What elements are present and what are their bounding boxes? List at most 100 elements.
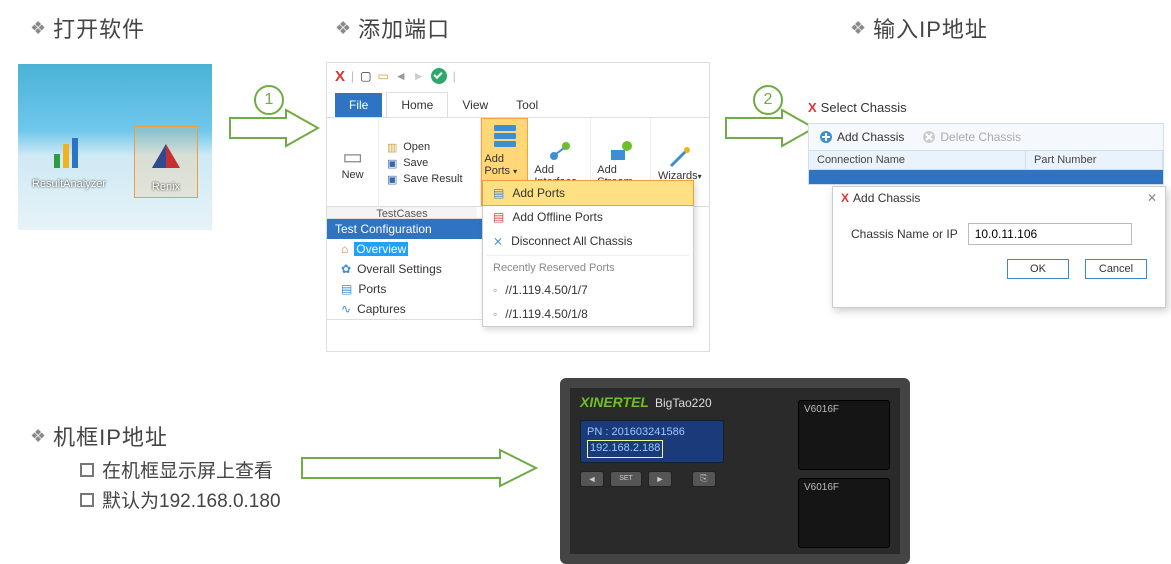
bullet-icon: ❖ — [30, 18, 47, 39]
x-circle-icon — [922, 130, 936, 144]
folder-icon: ▥ — [385, 140, 399, 154]
brand-name: XINERTEL — [580, 394, 649, 410]
check-icon[interactable] — [431, 68, 447, 84]
sidebar-item-overview[interactable]: ⌂Overview — [327, 239, 487, 259]
chassis-area: XSelect Chassis Add Chassis Delete Chass… — [808, 100, 1164, 185]
chevron-down-icon: ▾ — [513, 167, 517, 176]
arrow-2 — [724, 108, 816, 148]
bullet-icon: ❖ — [335, 18, 352, 39]
x-logo-icon: X — [808, 100, 817, 115]
gear-icon: ✿ — [341, 262, 351, 276]
arrow-3 — [300, 448, 540, 488]
sub-default-ip: 默认为192.168.0.180 — [80, 486, 281, 513]
lcd-ip: 192.168.2.188 — [587, 440, 663, 457]
new-button[interactable]: ▭New — [342, 145, 364, 181]
renix-icon — [145, 135, 187, 177]
quick-access-toolbar: X| ▢ ▭ ◄ ► | — [327, 63, 709, 89]
arrow-1 — [228, 108, 320, 148]
chassis-ip-label: Chassis Name or IP — [851, 227, 958, 241]
select-chassis-title: XSelect Chassis — [808, 100, 1164, 115]
wizards-button[interactable]: Wizards▾ — [658, 144, 702, 182]
nav-left-button[interactable]: ◄ — [580, 471, 604, 487]
stream-icon — [607, 138, 633, 164]
step-open-software: ❖打开软件 — [30, 12, 145, 44]
chevron-down-icon: ▾ — [698, 172, 702, 181]
chassis-grid-header: Connection Name Part Number — [808, 151, 1164, 170]
nav-set-button[interactable]: SET — [610, 471, 642, 487]
card-slot-1: V6016F — [798, 400, 890, 470]
resultanalyzer-shortcut[interactable]: ResultAnalyzer — [32, 132, 106, 190]
step-enter-ip: ❖输入IP地址 — [850, 12, 988, 44]
col-part-number: Part Number — [1026, 151, 1163, 169]
bullet-icon: ❖ — [30, 426, 47, 447]
col-connection-name: Connection Name — [809, 151, 1026, 169]
disk-icon: ▣ — [385, 156, 399, 170]
renix-label: Renix — [152, 181, 180, 193]
open-button[interactable]: ▥Open — [385, 140, 474, 154]
model-name: BigTao220 — [655, 396, 712, 410]
sidebar-item-ports[interactable]: ▤Ports — [327, 279, 487, 299]
sub-lcd-view: 在机框显示屏上查看 — [80, 456, 273, 483]
chassis-grid-row[interactable] — [808, 170, 1164, 185]
back-icon[interactable]: ◄ — [395, 69, 407, 83]
lcd-screen: PN : 201603241586 192.168.2.188 — [580, 420, 724, 463]
tab-tool[interactable]: Tool — [502, 93, 552, 117]
chassis-ip-input[interactable] — [968, 223, 1132, 245]
renix-shortcut[interactable]: Renix — [134, 126, 198, 198]
sidebar-item-captures[interactable]: ∿Captures — [327, 299, 487, 319]
chassis-toolbar: Add Chassis Delete Chassis — [808, 123, 1164, 151]
dialog-title: Add Chassis — [853, 191, 920, 205]
step-add-port: ❖添加端口 — [335, 12, 450, 44]
cancel-button[interactable]: Cancel — [1085, 259, 1147, 279]
home-icon: ⌂ — [341, 242, 348, 256]
capture-icon: ∿ — [341, 302, 351, 316]
server-icon — [490, 121, 520, 151]
card-slot-2: V6016F — [798, 478, 890, 548]
port-icon: ◦ — [493, 283, 497, 297]
nav-right-button[interactable]: ► — [648, 471, 672, 487]
menu-recent-header: Recently Reserved Ports — [483, 258, 693, 278]
menu-add-ports[interactable]: ▤Add Ports — [482, 180, 694, 206]
save-button[interactable]: ▣Save — [385, 156, 474, 170]
app-logo-icon: X — [335, 68, 345, 85]
resultanalyzer-icon — [48, 132, 90, 174]
new-doc-icon[interactable]: ▢ — [360, 69, 371, 83]
menu-recent-port-1[interactable]: ◦//1.119.4.50/1/7 — [483, 278, 693, 302]
resultanalyzer-label: ResultAnalyzer — [32, 178, 106, 190]
test-config-title: Test Configuration — [327, 219, 487, 239]
add-ports-menu: ▤Add Ports ▤Add Offline Ports ⨯Disconnec… — [482, 180, 694, 327]
tab-home[interactable]: Home — [386, 92, 448, 117]
sidebar-item-overall[interactable]: ✿Overall Settings — [327, 259, 487, 279]
square-bullet-icon — [80, 493, 94, 507]
server-icon: ▤ — [493, 186, 504, 200]
offline-icon: ▤ — [493, 210, 504, 224]
chassis-hardware: XINERTEL BigTao220 PN : 201603241586 192.… — [560, 378, 910, 564]
wand-icon — [667, 144, 693, 170]
menu-add-offline[interactable]: ▤Add Offline Ports — [483, 205, 693, 229]
lcd-pn: PN : 201603241586 — [587, 425, 717, 440]
menu-recent-port-2[interactable]: ◦//1.119.4.50/1/8 — [483, 302, 693, 326]
tab-view[interactable]: View — [448, 93, 502, 117]
ok-button[interactable]: OK — [1007, 259, 1069, 279]
usb-icon: ⎘ — [692, 471, 716, 487]
step-chassis-ip: ❖机框IP地址 — [30, 420, 168, 452]
open-folder-icon[interactable]: ▭ — [377, 69, 388, 83]
plus-circle-icon — [819, 130, 833, 144]
delete-chassis-button[interactable]: Delete Chassis — [922, 130, 1021, 144]
ribbon-tabs: File Home View Tool — [327, 89, 709, 118]
forward-icon[interactable]: ► — [413, 69, 425, 83]
save-result-button[interactable]: ▣Save Result — [385, 172, 474, 186]
port-icon: ◦ — [493, 307, 497, 321]
ports-icon: ▤ — [341, 282, 352, 296]
interface-icon — [546, 138, 572, 164]
test-config-panel: Test Configuration ⌂Overview ✿Overall Se… — [326, 218, 488, 320]
desktop-screenshot: ResultAnalyzer Renix — [18, 64, 212, 230]
square-bullet-icon — [80, 463, 94, 477]
add-chassis-dialog: XAdd Chassis ✕ Chassis Name or IP OK Can… — [832, 186, 1166, 308]
add-chassis-button[interactable]: Add Chassis — [819, 130, 904, 144]
menu-disconnect[interactable]: ⨯Disconnect All Chassis — [483, 229, 693, 253]
close-icon[interactable]: ✕ — [1147, 191, 1157, 205]
tab-file[interactable]: File — [335, 93, 382, 117]
disk-result-icon: ▣ — [385, 172, 399, 186]
disconnect-icon: ⨯ — [493, 234, 503, 248]
